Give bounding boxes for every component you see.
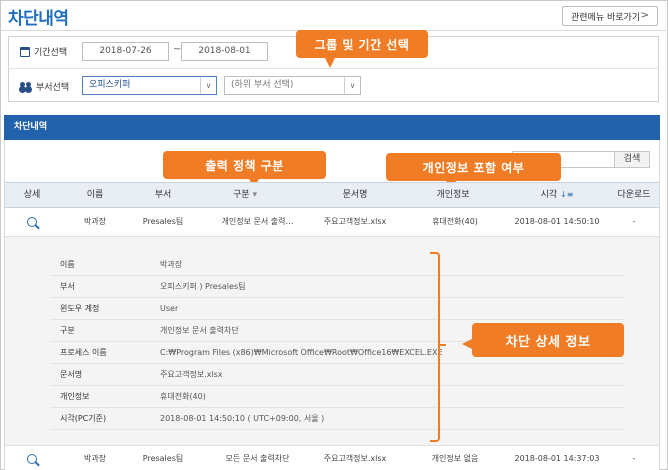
related-menu-label: 관련메뉴 바로가기 <box>571 12 641 23</box>
subdept-select-placeholder: (하위 부서 선택) <box>231 80 294 90</box>
people-icon <box>20 81 32 92</box>
detail-label: 프로세스 이름 <box>60 348 107 357</box>
detail-value: 오피스키퍼 ) Presales팀 <box>160 282 246 291</box>
detail-row: 문서명 주요고객정보.xlsx <box>50 364 625 386</box>
callout-group-period-text: 그룹 및 기간 선택 <box>314 37 410 52</box>
period-label-text: 기간선택 <box>34 48 68 58</box>
callout-pointer <box>462 339 472 349</box>
chevron-down-icon: ∨ <box>200 77 216 94</box>
dept-label-text: 부서선택 <box>36 83 70 93</box>
col-dept: 부서 <box>154 190 172 200</box>
cell-doc: 주요고객정보.xlsx <box>323 454 387 463</box>
cell-privacy: 휴대전화(40) <box>432 217 478 226</box>
cell-name: 박과장 <box>83 217 107 226</box>
detail-toggle[interactable] <box>9 448 55 470</box>
detail-value: 개인정보 문서 출력차단 <box>160 326 239 335</box>
cell-name: 박과장 <box>83 454 107 463</box>
detail-bracket <box>430 252 446 442</box>
detail-label: 문서명 <box>60 370 83 379</box>
search-icon[interactable] <box>27 216 37 227</box>
cell-download: - <box>632 454 636 463</box>
callout-pointer <box>325 58 335 68</box>
detail-value: 2018-08-01 14:50:10 ( UTC+09:00, 서울 ) <box>160 414 325 423</box>
dept-label: 부서선택 <box>20 80 69 93</box>
subdept-select[interactable]: (하위 부서 선택) ∨ <box>224 76 361 95</box>
col-doc: 문서명 <box>342 190 368 200</box>
cell-privacy: 개인정보 없음 <box>431 454 479 463</box>
table-row[interactable]: 박과장 Presales팀 모든 문서 출력차단 주요고객정보.xlsx 개인정… <box>5 448 659 470</box>
start-date-input[interactable]: 2018-07-26 <box>82 42 169 61</box>
callout-block-detail: 차단 상세 정보 <box>472 323 624 357</box>
detail-row: 시각(PC기준) 2018-08-01 14:50:10 ( UTC+09:00… <box>50 408 625 430</box>
cell-category: 모든 문서 출력차단 <box>225 454 290 463</box>
table-row[interactable]: 박과장 Presales팀 개인정보 문서 출력… 주요고객정보.xlsx 휴대… <box>5 209 659 235</box>
chevron-down-icon: ∨ <box>344 77 360 94</box>
detail-label: 구분 <box>60 326 75 335</box>
detail-label: 부서 <box>60 282 75 291</box>
col-name: 이름 <box>86 190 104 200</box>
panel-header: 차단내역 <box>4 115 660 140</box>
detail-row: 이름 박과장 <box>50 254 625 276</box>
col-time[interactable]: 시각 ↓≡ <box>527 183 587 207</box>
chevron-right-icon: > <box>640 10 649 21</box>
detail-label: 윈도우 계정 <box>60 304 100 313</box>
page-title: 차단내역 <box>8 9 69 29</box>
cell-download: - <box>632 217 636 226</box>
cell-time: 2018-08-01 14:37:03 <box>514 454 600 463</box>
callout-privacy-included-text: 개인정보 포함 여부 <box>422 160 525 175</box>
cell-doc: 주요고객정보.xlsx <box>323 217 387 226</box>
end-date-input[interactable]: 2018-08-01 <box>181 42 268 61</box>
callout-privacy-included: 개인정보 포함 여부 <box>386 153 561 181</box>
sort-caret-icon: ▾ <box>252 190 257 200</box>
col-download: 다운로드 <box>617 190 651 200</box>
cell-dept: Presales팀 <box>142 454 184 463</box>
period-label: 기간선택 <box>20 45 67 58</box>
callout-output-policy: 출력 정책 구분 <box>163 151 326 179</box>
sort-desc-icon: ↓≡ <box>560 190 574 199</box>
related-menu-button[interactable]: 관련메뉴 바로가기 > <box>562 6 658 26</box>
col-privacy: 개인정보 <box>436 190 470 200</box>
detail-row: 윈도우 계정 User <box>50 298 625 320</box>
dept-select[interactable]: 오피스키퍼 ∨ <box>82 76 217 95</box>
detail-value: 휴대전화(40) <box>160 392 206 401</box>
col-category-label: 구분 <box>233 190 250 200</box>
table-header: 상세 이름 부서 구분 ▾ 문서명 개인정보 시각 ↓≡ 다운로드 <box>5 182 659 208</box>
dept-select-value: 오피스키퍼 <box>89 80 131 90</box>
cell-time: 2018-08-01 14:50:10 <box>514 217 600 226</box>
detail-value: User <box>160 304 179 313</box>
col-time-label: 시각 <box>540 190 558 200</box>
cell-dept: Presales팀 <box>142 217 184 226</box>
detail-value: 주요고객정보.xlsx <box>160 370 223 379</box>
filter-divider <box>8 68 659 69</box>
detail-label: 이름 <box>60 260 75 269</box>
detail-label: 시각(PC기준) <box>60 414 107 423</box>
search-button[interactable]: 검색 <box>614 151 650 168</box>
cell-category: 개인정보 문서 출력… <box>221 217 294 226</box>
detail-toggle[interactable] <box>9 209 55 235</box>
detail-row: 부서 오피스키퍼 ) Presales팀 <box>50 276 625 298</box>
callout-block-detail-text: 차단 상세 정보 <box>505 334 591 350</box>
callout-output-policy-text: 출력 정책 구분 <box>205 158 284 173</box>
search-icon[interactable] <box>27 453 37 464</box>
detail-value: C:₩Program Files (x86)₩Microsoft Office₩… <box>160 348 443 357</box>
col-category[interactable]: 구분 ▾ <box>210 183 280 207</box>
col-detail: 상세 <box>23 190 41 200</box>
detail-value: 박과장 <box>160 260 183 269</box>
detail-label: 개인정보 <box>60 392 90 401</box>
calendar-icon <box>20 46 30 57</box>
callout-group-period: 그룹 및 기간 선택 <box>296 30 428 58</box>
detail-row: 개인정보 휴대전화(40) <box>50 386 625 408</box>
